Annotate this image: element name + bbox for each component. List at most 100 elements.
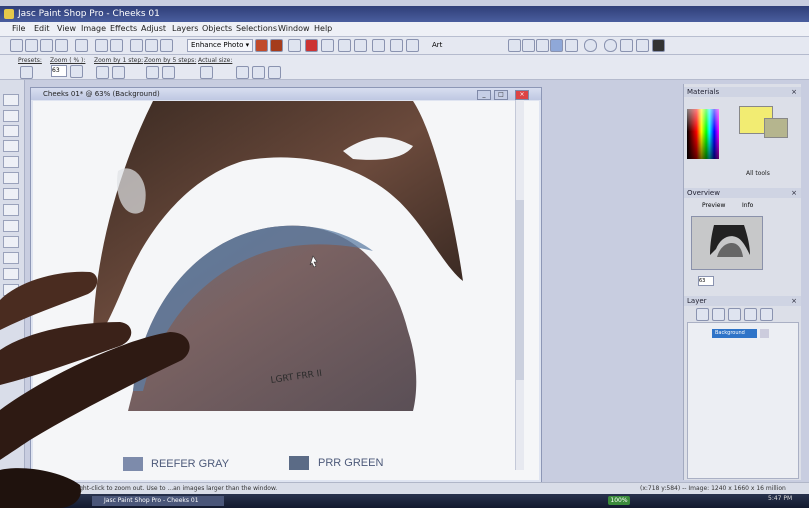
save-icon[interactable] — [55, 39, 68, 52]
menu-layers[interactable]: Layers — [172, 22, 198, 36]
move-tool-icon[interactable] — [3, 140, 19, 152]
prr-green-swatch — [289, 456, 309, 470]
image-canvas[interactable]: LGRT FRR II REEFER GRAY PRR GREEN — [33, 101, 539, 480]
pick-tool-icon[interactable] — [3, 110, 19, 122]
print-icon[interactable] — [75, 39, 88, 52]
presets-label: Presets: — [18, 57, 42, 64]
eraser-tool-icon[interactable] — [3, 236, 19, 248]
record-icon[interactable] — [584, 39, 597, 52]
all-tools-checkbox[interactable]: All tools — [746, 170, 770, 177]
color-spectrum[interactable] — [687, 109, 719, 159]
noise-icon[interactable] — [338, 39, 351, 52]
zoom-out-step-icon[interactable] — [112, 66, 125, 79]
pause-icon[interactable] — [620, 39, 633, 52]
new-vector-layer-icon[interactable] — [712, 308, 725, 321]
menu-objects[interactable]: Objects — [202, 22, 232, 36]
selection-tool-icon[interactable] — [3, 156, 19, 168]
overview-thumbnail[interactable] — [691, 216, 763, 270]
maximize-button[interactable]: □ — [494, 90, 508, 100]
text-tool-icon[interactable] — [3, 268, 19, 280]
interactive-toggle-icon[interactable] — [550, 39, 563, 52]
one-step-fix-icon[interactable] — [255, 39, 268, 52]
fit-window-icon[interactable] — [236, 66, 249, 79]
close-button[interactable]: × — [515, 90, 529, 100]
menu-selections[interactable]: Selections — [236, 22, 277, 36]
palette-icon[interactable] — [390, 39, 403, 52]
stop-icon[interactable] — [652, 39, 665, 52]
enhance-photo-dropdown[interactable]: Enhance Photo ▾ — [187, 39, 254, 52]
browse-icon[interactable] — [40, 39, 53, 52]
play-icon[interactable] — [522, 39, 535, 52]
layers-close-icon[interactable]: × — [791, 296, 797, 306]
zoom-spin-icon[interactable] — [70, 65, 83, 78]
stop-record-icon[interactable] — [604, 39, 617, 52]
saturation-icon[interactable] — [354, 39, 367, 52]
fit-screen-icon[interactable] — [268, 66, 281, 79]
red-eye-icon[interactable] — [305, 39, 318, 52]
open-folder-icon[interactable] — [25, 39, 38, 52]
clone-brush-icon[interactable] — [3, 204, 19, 216]
taskbar-item-psp[interactable]: Jasc Paint Shop Pro - Cheeks 01 — [92, 496, 224, 506]
materials-close-icon[interactable]: × — [791, 87, 797, 97]
script-name[interactable]: Art — [432, 39, 442, 51]
shape-tool-icon[interactable] — [3, 284, 19, 296]
menu-image[interactable]: Image — [81, 22, 106, 36]
layer-properties-icon[interactable] — [744, 308, 757, 321]
fill-tool-icon[interactable] — [3, 252, 19, 264]
fit-image-icon[interactable] — [252, 66, 265, 79]
zoom-out-5-icon[interactable] — [162, 66, 175, 79]
paint-brush-icon[interactable] — [3, 188, 19, 200]
delete-layer-icon[interactable] — [760, 308, 773, 321]
background-color-swatch[interactable] — [764, 118, 788, 138]
menu-edit[interactable]: Edit — [34, 22, 50, 36]
dodge-tool-icon[interactable] — [3, 220, 19, 232]
presets-icon[interactable] — [20, 66, 33, 79]
sharpen-icon[interactable] — [321, 39, 334, 52]
script-dropdown-icon[interactable] — [508, 39, 521, 52]
menu-view[interactable]: View — [57, 22, 76, 36]
cheek-image: LGRT FRR II — [93, 101, 463, 411]
color-balance-icon[interactable] — [270, 39, 283, 52]
preview-tab[interactable]: Preview — [702, 202, 725, 209]
menu-effects[interactable]: Effects — [110, 22, 137, 36]
overview-title: Overview × — [684, 188, 801, 198]
copy-icon[interactable] — [145, 39, 158, 52]
new-file-icon[interactable] — [10, 39, 23, 52]
undo-icon[interactable] — [95, 39, 108, 52]
run-icon[interactable] — [565, 39, 578, 52]
edit-script-icon[interactable] — [536, 39, 549, 52]
scrollbar-thumb[interactable] — [516, 200, 524, 380]
visibility-eye-icon[interactable] — [760, 329, 769, 338]
zoom-5-label: Zoom by 5 steps: — [144, 57, 197, 64]
cancel-icon[interactable] — [636, 39, 649, 52]
new-raster-layer-icon[interactable] — [696, 308, 709, 321]
redo-icon[interactable] — [110, 39, 123, 52]
image-mode-icon[interactable] — [406, 39, 419, 52]
menu-file[interactable]: File — [12, 22, 25, 36]
overview-preview-image — [710, 225, 750, 257]
actual-size-icon[interactable] — [200, 66, 213, 79]
prr-green-label: PRR GREEN — [318, 457, 384, 469]
info-tab[interactable]: Info — [742, 202, 753, 209]
new-mask-icon[interactable] — [728, 308, 741, 321]
canvas-vertical-scrollbar[interactable] — [515, 100, 524, 470]
materials-title-text: Materials — [687, 88, 720, 96]
menu-help[interactable]: Help — [314, 22, 332, 36]
menu-window[interactable]: Window — [278, 22, 310, 36]
paste-icon[interactable] — [160, 39, 173, 52]
dropper-tool-icon[interactable] — [3, 172, 19, 184]
scratch-icon[interactable] — [372, 39, 385, 52]
standard-toolbar: Enhance Photo ▾ Art — [0, 37, 809, 55]
cut-icon[interactable] — [130, 39, 143, 52]
zoom-in-step-icon[interactable] — [96, 66, 109, 79]
zoom-in-5-icon[interactable] — [146, 66, 159, 79]
pan-tool-icon[interactable] — [3, 94, 19, 106]
minimize-button[interactable]: _ — [477, 90, 491, 100]
overview-close-icon[interactable]: × — [791, 188, 797, 198]
overview-zoom-field[interactable]: 63 — [698, 276, 714, 286]
layer-row-background[interactable]: Background — [712, 329, 757, 338]
menu-adjust[interactable]: Adjust — [141, 22, 166, 36]
zoom-value-field[interactable]: 63 — [51, 65, 67, 77]
crop-tool-icon[interactable] — [3, 125, 19, 137]
contrast-icon[interactable] — [288, 39, 301, 52]
